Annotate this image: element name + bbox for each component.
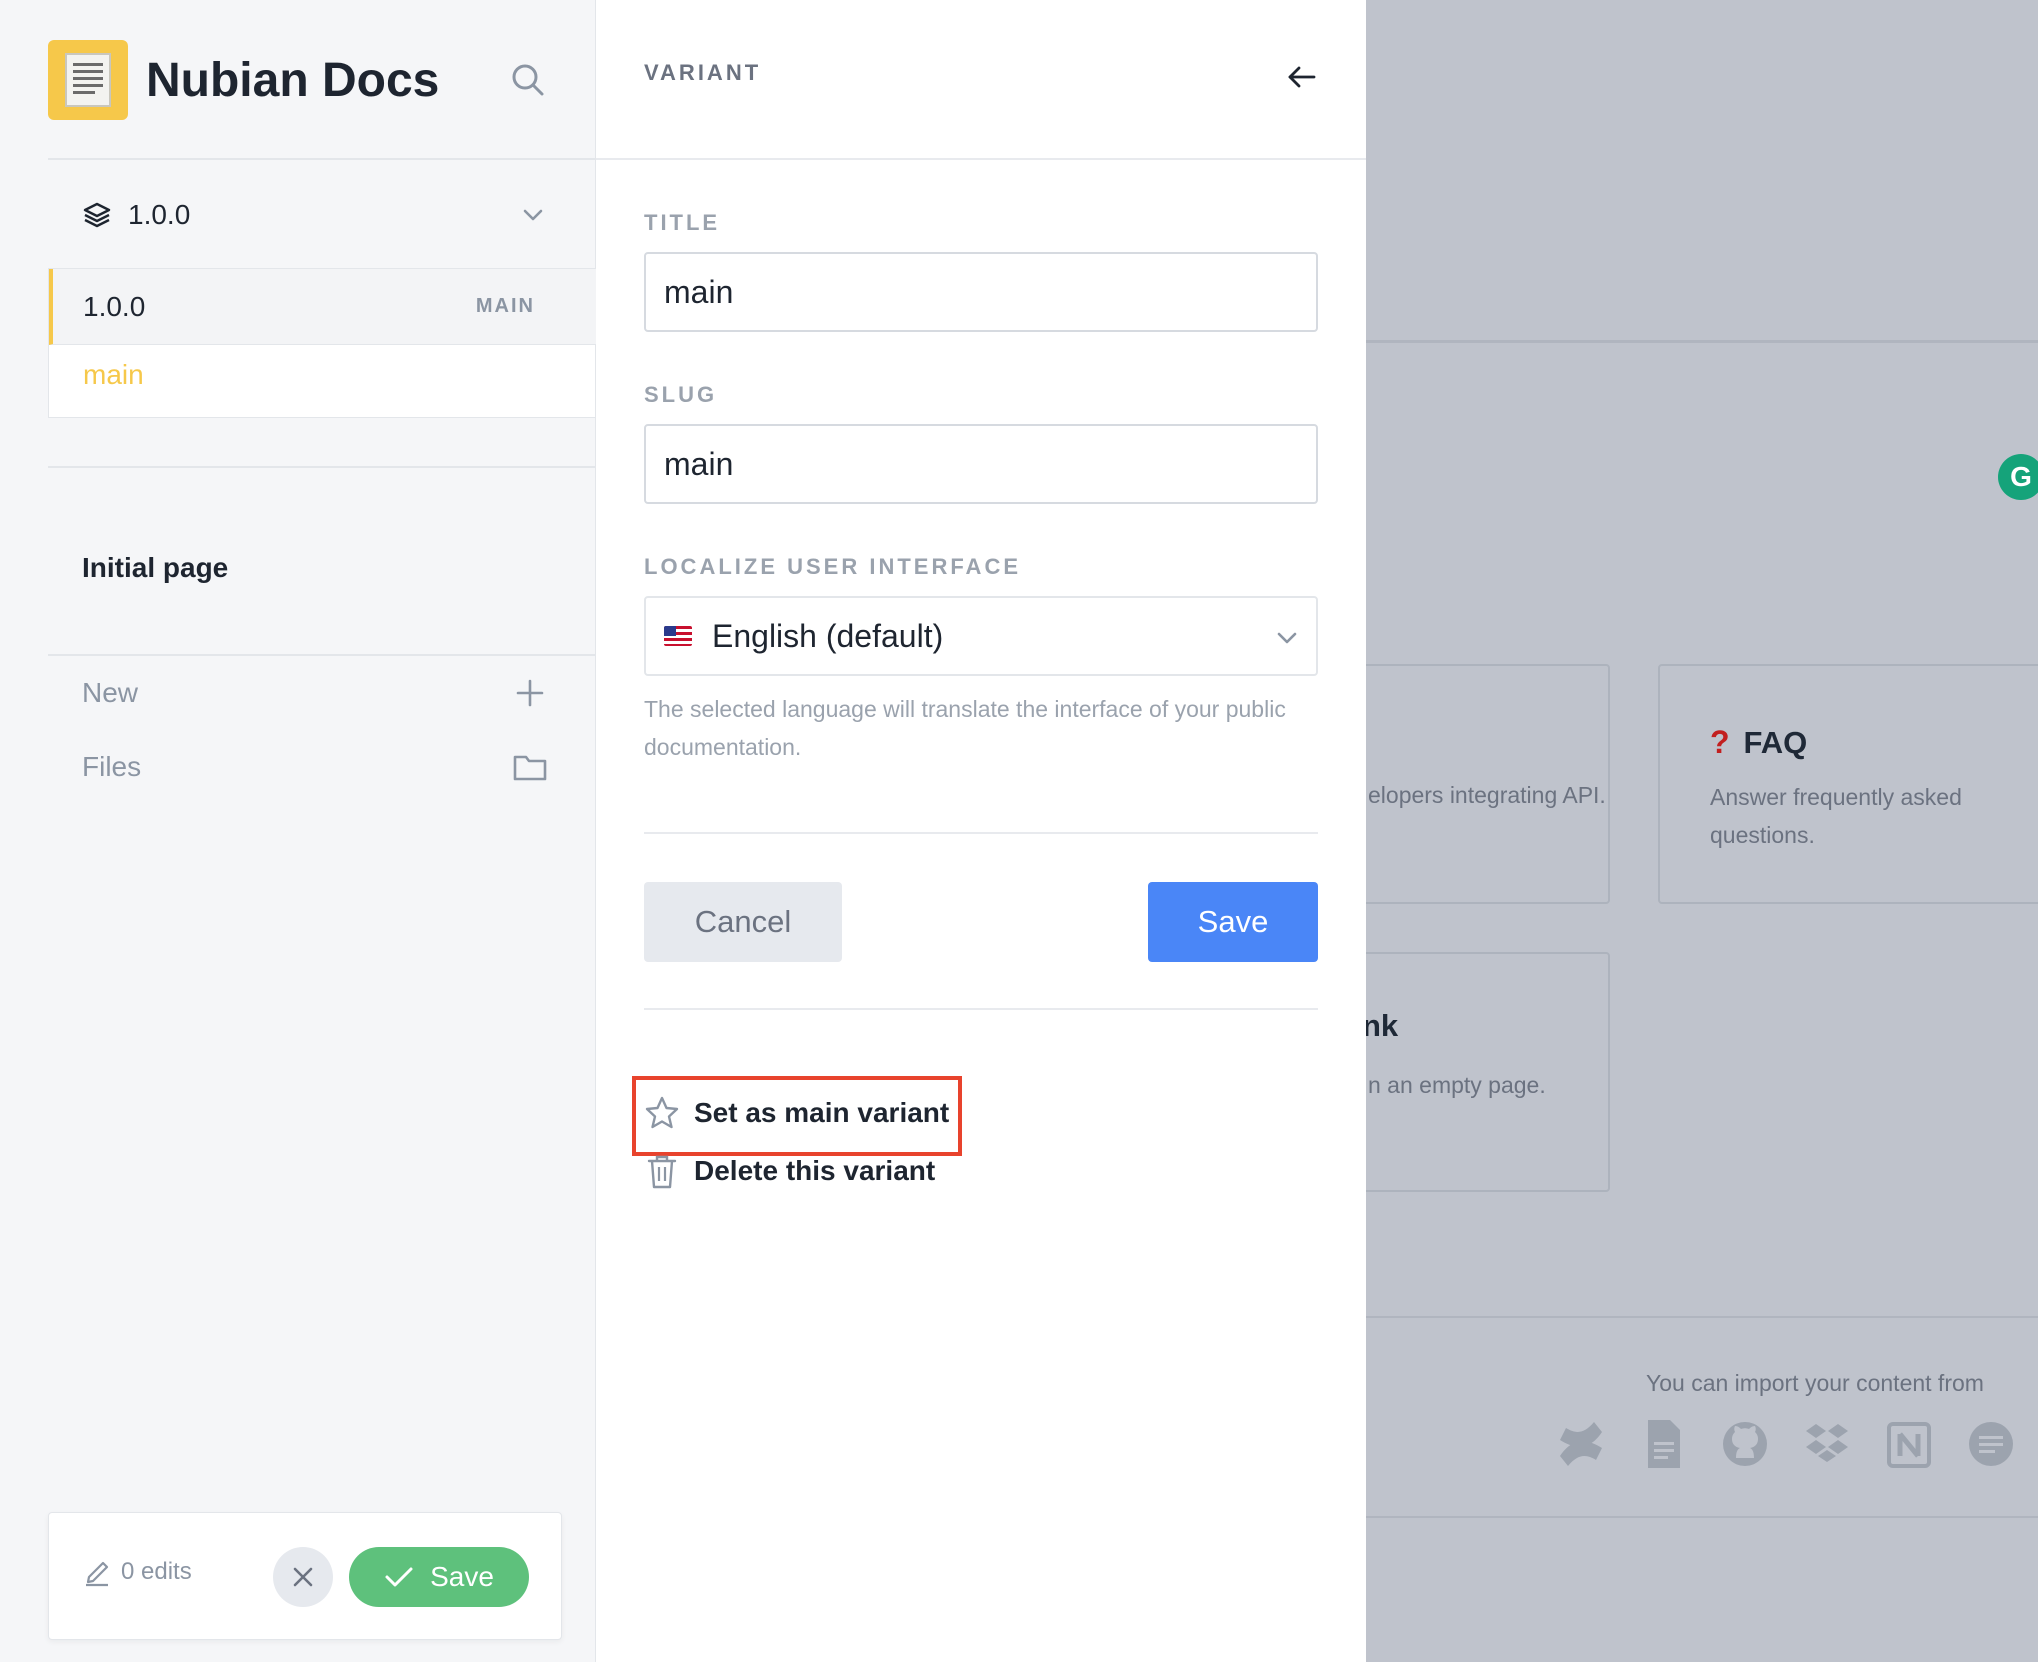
main-badge: MAIN [475, 295, 535, 317]
edits-count: 0 edits [83, 1557, 192, 1587]
version-list: 1.0.0 MAIN main [48, 268, 597, 418]
title-label: TITLE [644, 210, 721, 235]
card-description: elopers integrating API. [1368, 782, 1606, 808]
cancel-button[interactable]: Cancel [644, 882, 842, 962]
slug-input[interactable]: main [644, 424, 1318, 504]
import-icons [1556, 1418, 2016, 1470]
save-edits-label: Save [430, 1561, 494, 1592]
plus-icon [516, 679, 544, 707]
variant-panel: VARIANT TITLE main SLUG main LOCALIZE US… [596, 0, 1366, 1662]
divider [48, 466, 596, 468]
highlight-box [632, 1076, 962, 1156]
background-divider [1366, 1516, 2038, 1518]
divider [644, 1008, 1318, 1010]
files-label: Files [82, 751, 142, 782]
delete-variant-label: Delete this variant [694, 1155, 936, 1186]
new-label: New [82, 677, 139, 708]
version-item[interactable]: 1.0.0 MAIN [49, 269, 597, 345]
notion-icon[interactable] [1884, 1418, 1934, 1470]
pencil-icon [86, 1561, 109, 1587]
background-card-api: elopers integrating API. [1330, 664, 1610, 904]
arrow-left-icon[interactable] [1284, 60, 1318, 94]
discard-button[interactable] [273, 1547, 333, 1607]
delete-variant-button[interactable]: Delete this variant [644, 1146, 935, 1196]
panel-title: VARIANT [644, 60, 762, 85]
folder-icon [513, 755, 547, 781]
search-icon[interactable] [508, 60, 548, 100]
language-value: English (default) [712, 617, 944, 654]
sidebar: Nubian Docs 1.0.0 1.0.0 MAIN main Initia… [0, 0, 597, 1662]
logo[interactable] [48, 40, 128, 120]
slug-label: SLUG [644, 382, 718, 407]
dropbox-icon[interactable] [1802, 1418, 1852, 1470]
divider [596, 158, 1366, 160]
divider [644, 832, 1318, 834]
edits-count-label: 0 edits [121, 1558, 192, 1585]
brand-header: Nubian Docs [48, 40, 548, 120]
language-select[interactable]: English (default) [644, 596, 1318, 676]
divider [48, 158, 596, 160]
divider [48, 654, 596, 656]
import-text: You can import your content from [1646, 1370, 1984, 1396]
layers-icon [83, 202, 111, 228]
language-help-text: The selected language will translate the… [644, 696, 1286, 760]
variant-item-main[interactable]: main [83, 359, 144, 391]
background-divider [1366, 340, 2038, 343]
save-button[interactable]: Save [1148, 882, 1318, 962]
chevron-down-icon [1277, 632, 1297, 644]
version-selector-label: 1.0.0 [128, 199, 191, 230]
page-item-initial[interactable]: Initial page [82, 552, 228, 584]
card-description: Answer frequently asked questions. [1710, 784, 1962, 848]
new-page-button[interactable]: New [82, 668, 548, 718]
google-docs-icon[interactable] [1638, 1418, 1688, 1470]
edits-bar: 0 edits Save [48, 1512, 562, 1640]
save-edits-button[interactable]: Save [349, 1547, 529, 1607]
version-name: 1.0.0 [83, 290, 146, 322]
background-card-faq: ? FAQ Answer frequently asked questions. [1658, 664, 2038, 904]
question-mark-icon: ? [1710, 724, 1730, 760]
card-title: FAQ [1743, 724, 1808, 760]
version-selector[interactable]: 1.0.0 [48, 180, 548, 250]
card-title: nk [1362, 1008, 1399, 1043]
background-divider [1366, 1316, 2038, 1318]
site-title: Nubian Docs [146, 53, 440, 107]
check-icon [385, 1567, 413, 1587]
card-description: n an empty page. [1368, 1072, 1546, 1098]
grammarly-icon[interactable]: G [1998, 454, 2038, 500]
github-icon[interactable] [1720, 1418, 1770, 1470]
files-button[interactable]: Files [82, 742, 548, 792]
quip-icon[interactable] [1966, 1418, 2016, 1470]
trash-icon [647, 1155, 677, 1189]
us-flag-icon [664, 626, 692, 646]
title-input[interactable]: main [644, 252, 1318, 332]
chevron-down-icon [523, 209, 543, 221]
close-icon [293, 1567, 313, 1587]
confluence-icon[interactable] [1556, 1418, 1606, 1470]
localize-label: LOCALIZE USER INTERFACE [644, 554, 1022, 579]
background-card-blank: nk n an empty page. [1330, 952, 1610, 1192]
